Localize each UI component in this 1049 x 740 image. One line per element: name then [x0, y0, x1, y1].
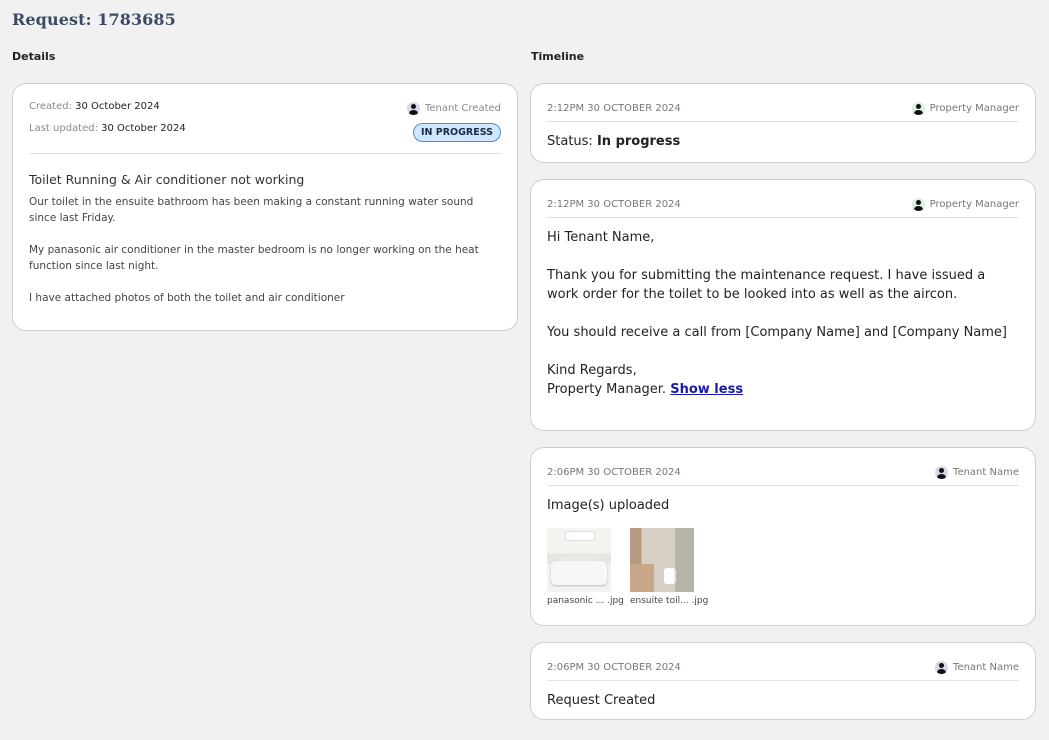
timeline-timestamp: 2:12PM 30 OCTOBER 2024: [547, 199, 681, 210]
timeline-timestamp: 2:06PM 30 OCTOBER 2024: [547, 467, 681, 478]
updated-label: Last updated:: [29, 123, 98, 134]
author-name: Property Manager: [929, 103, 1019, 114]
message-paragraph: Thank you for submitting the maintenance…: [547, 268, 986, 302]
updated-value: 30 October 2024: [101, 123, 186, 134]
image-caption: panasonic ... .jpg: [547, 596, 624, 606]
timeline-entry-images: 2:06PM 30 OCTOBER 2024 Tenant Name Image…: [530, 447, 1036, 626]
timeline-entry-message: 2:12PM 30 OCTOBER 2024 Property Manager …: [530, 179, 1036, 431]
author-name: Property Manager: [929, 199, 1019, 210]
timeline-entry-header: 2:06PM 30 OCTOBER 2024 Tenant Name: [547, 460, 1019, 486]
status-value: In progress: [596, 134, 681, 149]
description-paragraph: Our toilet in the ensuite bathroom has b…: [29, 196, 474, 224]
description-paragraph: My panasonic air conditioner in the mast…: [29, 244, 479, 272]
timeline-entry-status: 2:12PM 30 OCTOBER 2024 Property Manager …: [530, 83, 1036, 163]
image-thumbnails: panasonic ... .jpg ensuite toil... .jpg: [547, 528, 1019, 606]
user-avatar-icon: [935, 466, 949, 479]
created-label: Created:: [29, 101, 72, 112]
timeline-author: Tenant Name: [935, 466, 1019, 479]
details-heading: Details: [12, 50, 56, 63]
timeline-entry-body: Status: In progress: [547, 132, 1019, 151]
status-badge: IN PROGRESS: [412, 123, 501, 142]
message-closing: Kind Regards,: [547, 363, 637, 378]
timeline-entry-text: Image(s) uploaded: [547, 498, 670, 513]
timeline-entry-header: 2:06PM 30 OCTOBER 2024 Tenant Name: [547, 655, 1019, 681]
author-name: Tenant Name: [953, 467, 1019, 478]
creator-label: Tenant Created: [424, 103, 501, 114]
timeline-entry-created: 2:06PM 30 OCTOBER 2024 Tenant Name Reque…: [530, 642, 1036, 720]
timeline-author: Tenant Name: [935, 661, 1019, 674]
message-greeting: Hi Tenant Name,: [547, 230, 655, 245]
user-avatar-icon: [406, 102, 420, 115]
timeline-heading: Timeline: [531, 50, 585, 63]
page-title: Request: 1783685: [12, 10, 176, 29]
timeline-entry-header: 2:12PM 30 OCTOBER 2024 Property Manager: [547, 192, 1019, 218]
description-paragraph: I have attached photos of both the toile…: [29, 292, 345, 304]
request-description: Our toilet in the ensuite bathroom has b…: [29, 194, 501, 306]
timeline-author: Property Manager: [911, 102, 1019, 115]
image-thumbnail[interactable]: panasonic ... .jpg: [547, 528, 624, 606]
timeline-timestamp: 2:06PM 30 OCTOBER 2024: [547, 662, 681, 673]
show-less-link[interactable]: Show less: [670, 382, 743, 397]
request-title: Toilet Running & Air conditioner not wor…: [29, 172, 305, 187]
image-thumbnail[interactable]: ensuite toil... .jpg: [630, 528, 709, 606]
toilet-photo[interactable]: [630, 528, 694, 592]
timeline-author: Property Manager: [911, 198, 1019, 211]
created-value: 30 October 2024: [75, 101, 160, 112]
message-paragraph: You should receive a call from [Company …: [547, 325, 1008, 340]
divider: [29, 153, 501, 154]
status-label: Status:: [547, 134, 593, 149]
creator: Tenant Created: [406, 102, 501, 115]
message-body: Hi Tenant Name, Thank you for submitting…: [547, 228, 1019, 399]
image-caption: ensuite toil... .jpg: [630, 596, 709, 606]
air-conditioner-photo[interactable]: [547, 528, 611, 592]
timeline-timestamp: 2:12PM 30 OCTOBER 2024: [547, 103, 681, 114]
details-card: Created: 30 October 2024 Last updated: 3…: [12, 83, 518, 331]
message-signature: Property Manager.: [547, 382, 667, 397]
timeline-entry-header: 2:12PM 30 OCTOBER 2024 Property Manager: [547, 96, 1019, 122]
author-name: Tenant Name: [953, 662, 1019, 673]
user-avatar-icon: [935, 661, 949, 674]
user-avatar-icon: [911, 198, 925, 211]
timeline-entry-text: Request Created: [547, 693, 656, 708]
user-avatar-icon: [911, 102, 925, 115]
